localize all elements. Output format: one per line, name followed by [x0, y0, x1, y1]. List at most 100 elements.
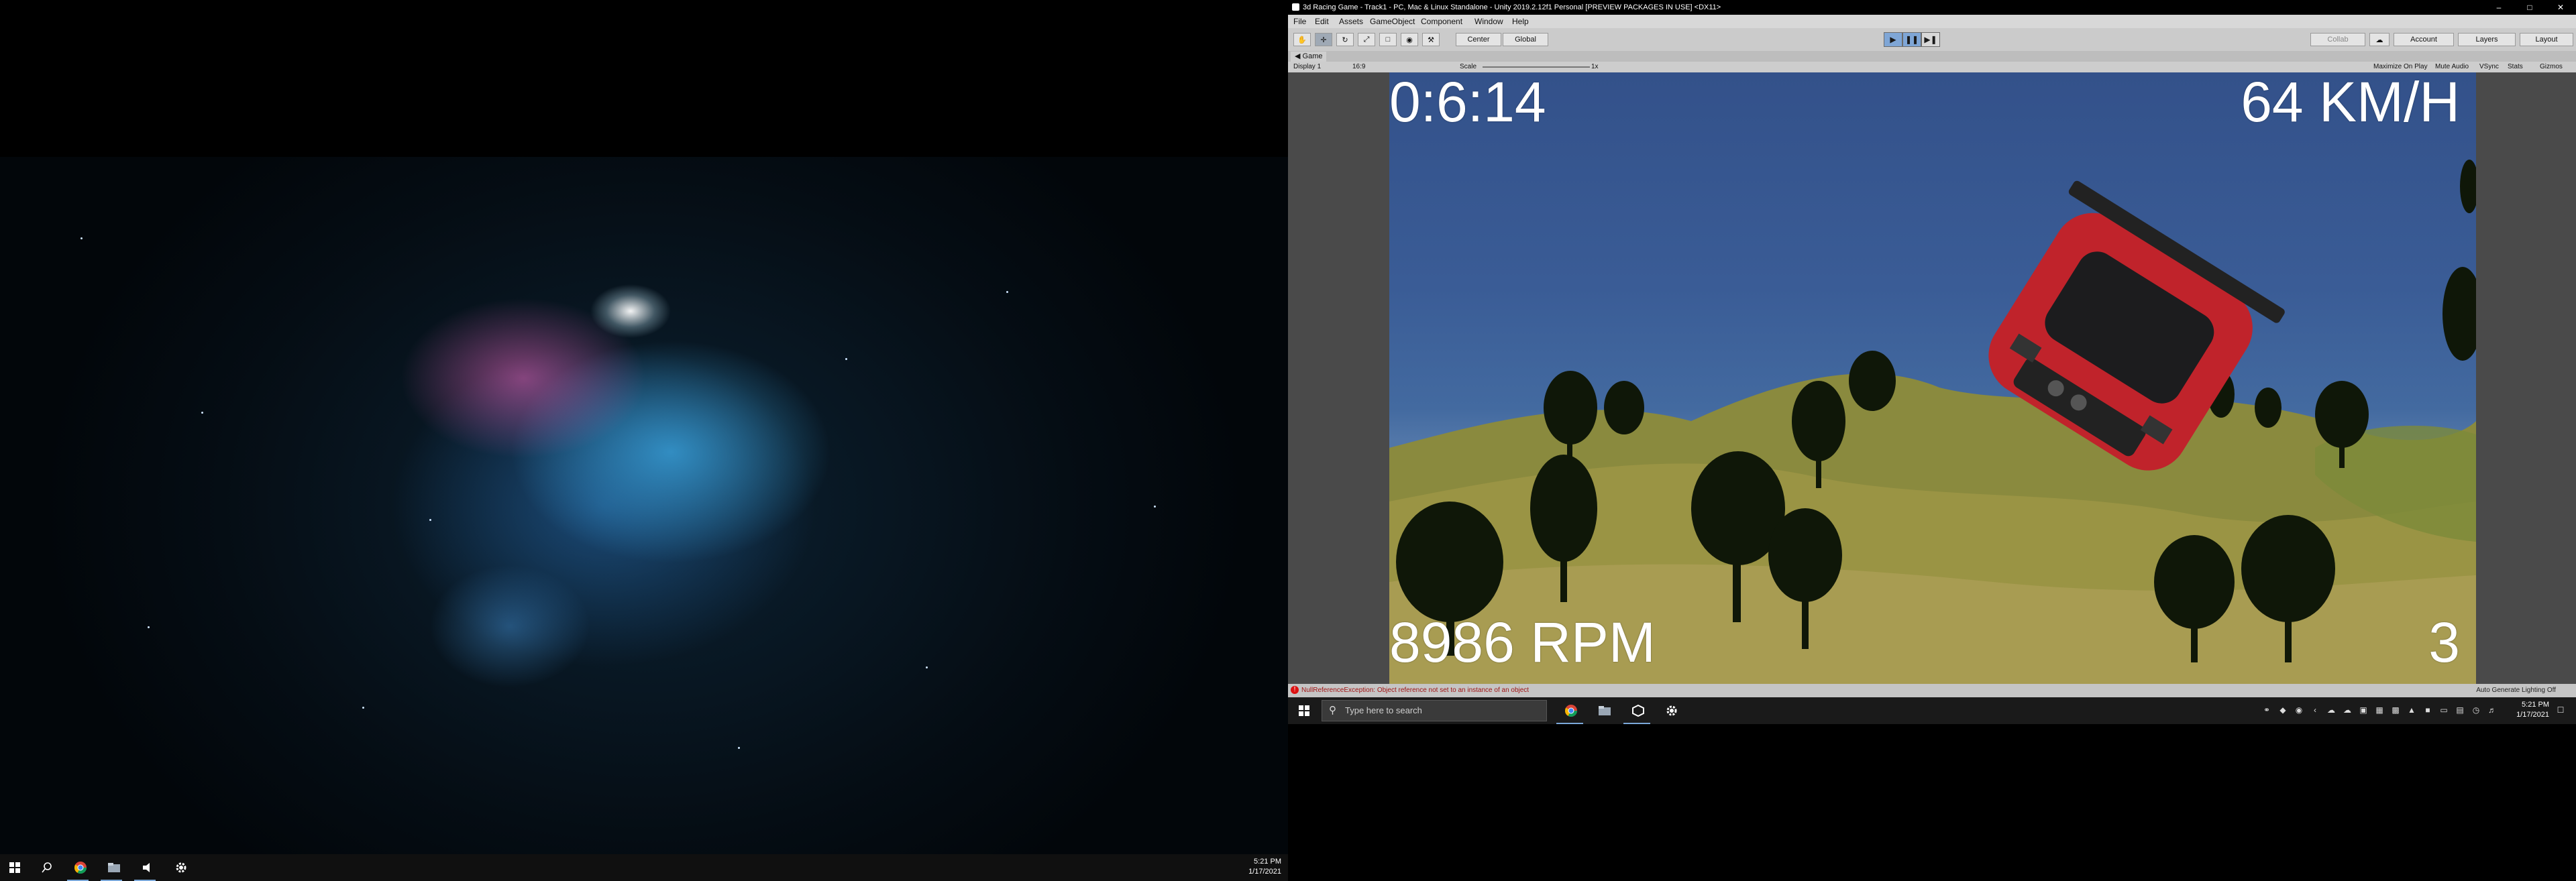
- transform-tool-button[interactable]: ◉: [1401, 33, 1418, 46]
- unity-toolbar: ✋ ✛ ↻ ⤢ □ ◉ ⚒ Center Global ▶ ❚❚ ▶❚ Coll…: [1288, 28, 2576, 51]
- menu-help[interactable]: Help: [1512, 17, 1529, 26]
- clock-time: 5:21 PM: [2522, 701, 2549, 709]
- scale-slider[interactable]: [1483, 66, 1590, 68]
- hand-tool-button[interactable]: ✋: [1293, 33, 1311, 46]
- right-monitor: 3d Racing Game - Track1 - PC, Mac & Linu…: [1288, 0, 2576, 881]
- taskbar-clock[interactable]: 5:21 PM 1/17/2021: [1248, 857, 1281, 877]
- tab-game[interactable]: ◀ Game: [1291, 52, 1327, 62]
- rotate-tool-button[interactable]: ↻: [1336, 33, 1354, 46]
- display-tray-icon[interactable]: ▤: [2455, 705, 2465, 715]
- cloud-tray-icon[interactable]: ☁: [2326, 705, 2336, 715]
- collab-dropdown[interactable]: Collab: [2310, 33, 2365, 46]
- unity-logo-icon: [1292, 3, 1299, 11]
- right-taskbar: ⚲ Type here to search ⚭ ◆ ◉ ‹ ☁ ☁ ▣ ▦ ▩ …: [1288, 697, 2576, 724]
- tray-app-icon[interactable]: ■: [2423, 705, 2432, 715]
- title-bar: 3d Racing Game - Track1 - PC, Mac & Linu…: [1288, 0, 2576, 15]
- step-button[interactable]: ▶❚: [1921, 32, 1940, 47]
- menu-component[interactable]: Component: [1421, 17, 1462, 26]
- chrome-icon[interactable]: [72, 860, 89, 876]
- game-scene: [1389, 160, 2476, 684]
- scale-tool-button[interactable]: ⤢: [1358, 33, 1375, 46]
- tray-app-icon[interactable]: ◆: [2278, 705, 2288, 715]
- rpm-display: 8986 RPM: [1389, 611, 1656, 674]
- error-icon: !: [1291, 686, 1299, 694]
- media-app-icon[interactable]: [140, 860, 156, 876]
- gizmos-dropdown[interactable]: Gizmos: [2540, 63, 2563, 70]
- nebula-wallpaper: [0, 157, 1288, 854]
- game-icon: ◀: [1295, 52, 1303, 60]
- mute-audio-toggle[interactable]: Mute Audio: [2435, 63, 2469, 70]
- network-tray-icon[interactable]: ⚭: [2262, 705, 2271, 715]
- cloud-icon[interactable]: ☁: [2369, 33, 2390, 46]
- tray-app-icon[interactable]: ◉: [2294, 705, 2304, 715]
- play-button[interactable]: ▶: [1884, 32, 1902, 47]
- game-view[interactable]: 0:6:14 64 KM/H 8986 RPM 3: [1389, 72, 2476, 684]
- settings-icon[interactable]: [1664, 703, 1680, 719]
- settings-icon[interactable]: [173, 860, 189, 876]
- menu-gameobject[interactable]: GameObject: [1370, 17, 1415, 26]
- file-explorer-icon[interactable]: [106, 860, 122, 876]
- chevron-up-icon[interactable]: ‹: [2310, 705, 2320, 715]
- custom-tool-button[interactable]: ⚒: [1422, 33, 1440, 46]
- layers-dropdown[interactable]: Layers: [2458, 33, 2516, 46]
- game-tab-bar: ◀ Game: [1288, 51, 2576, 62]
- space-global-button[interactable]: Global: [1503, 33, 1548, 46]
- tab-game-label: Game: [1302, 52, 1323, 60]
- menu-bar: File Edit Assets GameObject Component Wi…: [1288, 15, 2576, 28]
- left-monitor: 5:21 PM 1/17/2021: [0, 0, 1288, 881]
- menu-assets[interactable]: Assets: [1339, 17, 1363, 26]
- console-error-message[interactable]: NullReferenceException: Object reference…: [1301, 687, 1529, 694]
- left-taskbar: 5:21 PM 1/17/2021: [0, 854, 1288, 881]
- pause-button[interactable]: ❚❚: [1902, 32, 1921, 47]
- tray-app-icon[interactable]: ▩: [2391, 705, 2400, 715]
- clock-time: 5:21 PM: [1254, 858, 1281, 866]
- battery-icon[interactable]: ▭: [2439, 705, 2449, 715]
- account-dropdown[interactable]: Account: [2394, 33, 2454, 46]
- tray-app-icon[interactable]: ▦: [2375, 705, 2384, 715]
- layout-dropdown[interactable]: Layout: [2520, 33, 2573, 46]
- search-placeholder: Type here to search: [1345, 705, 1422, 715]
- status-bar[interactable]: ! NullReferenceException: Object referen…: [1288, 684, 2576, 697]
- menu-file[interactable]: File: [1293, 17, 1306, 26]
- notification-icon[interactable]: ☐: [2556, 705, 2565, 715]
- stats-toggle[interactable]: Stats: [2508, 63, 2523, 70]
- windows-start-icon[interactable]: [7, 860, 23, 876]
- clock-date: 1/17/2021: [2516, 711, 2549, 719]
- rect-tool-button[interactable]: □: [1379, 33, 1397, 46]
- taskbar-search-input[interactable]: ⚲ Type here to search: [1322, 700, 1547, 721]
- minimize-icon[interactable]: –: [2483, 0, 2514, 15]
- clock-date: 1/17/2021: [1248, 868, 1281, 876]
- lighting-status: Auto Generate Lighting Off: [2476, 687, 2556, 694]
- speed-display: 64 KM/H: [2241, 72, 2460, 133]
- maximize-icon[interactable]: □: [2514, 0, 2545, 15]
- aspect-dropdown[interactable]: 16:9: [1352, 63, 1365, 70]
- chrome-icon[interactable]: [1563, 703, 1579, 719]
- display-dropdown[interactable]: Display 1: [1293, 63, 1321, 70]
- windows-start-icon[interactable]: [1296, 703, 1312, 719]
- unity-app-icon[interactable]: [1630, 703, 1646, 719]
- wifi-icon[interactable]: ◷: [2471, 705, 2481, 715]
- unity-editor-window: 3d Racing Game - Track1 - PC, Mac & Linu…: [1288, 0, 2576, 697]
- window-title: 3d Racing Game - Track1 - PC, Mac & Linu…: [1303, 3, 1721, 11]
- volume-icon[interactable]: ♬: [2487, 705, 2497, 715]
- menu-edit[interactable]: Edit: [1315, 17, 1329, 26]
- scale-label: Scale: [1460, 63, 1477, 70]
- search-icon: ⚲: [1329, 705, 1336, 716]
- maximize-on-play-toggle[interactable]: Maximize On Play: [2373, 63, 2428, 70]
- unity-active-indicator: [1623, 723, 1650, 724]
- move-tool-button[interactable]: ✛: [1315, 33, 1332, 46]
- taskbar-clock[interactable]: 5:21 PM 1/17/2021: [2516, 700, 2549, 720]
- game-view-controls: Display 1 16:9 Scale 1x Maximize On Play…: [1288, 62, 2576, 72]
- scale-value: 1x: [1591, 63, 1599, 70]
- file-explorer-icon[interactable]: [1597, 703, 1613, 719]
- close-icon[interactable]: ✕: [2545, 0, 2576, 15]
- tray-app-icon[interactable]: ▲: [2407, 705, 2416, 715]
- chrome-active-indicator: [1556, 723, 1583, 724]
- search-icon[interactable]: [39, 860, 55, 876]
- pivot-center-button[interactable]: Center: [1456, 33, 1501, 46]
- tray-app-icon[interactable]: ▣: [2359, 705, 2368, 715]
- cloud-tray-icon[interactable]: ☁: [2343, 705, 2352, 715]
- menu-window[interactable]: Window: [1474, 17, 1503, 26]
- gear-display: 3: [2428, 611, 2460, 674]
- vsync-toggle[interactable]: VSync: [2479, 63, 2499, 70]
